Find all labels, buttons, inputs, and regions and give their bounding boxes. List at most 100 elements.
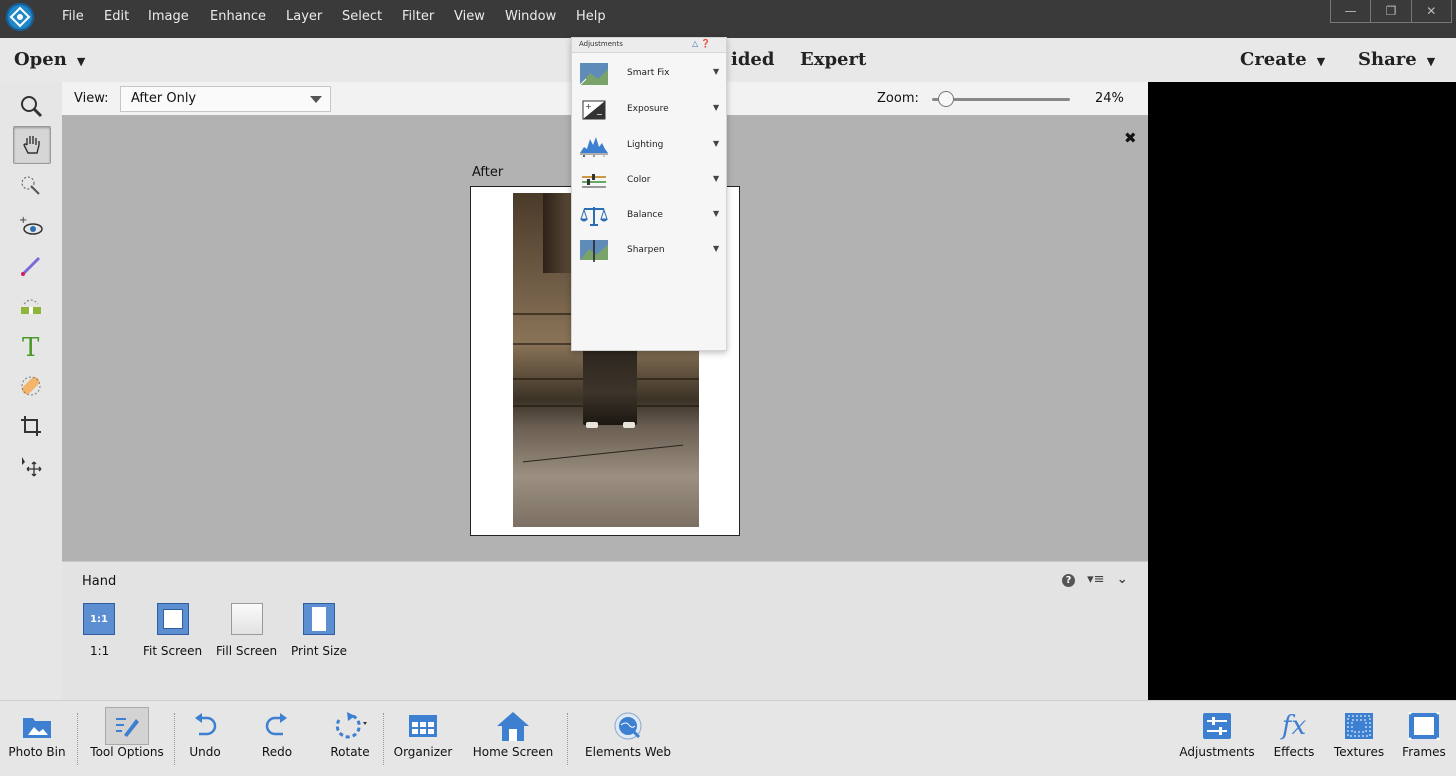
fit-screen-button[interactable] <box>156 603 190 635</box>
sharpen-icon <box>580 240 608 262</box>
menu-file[interactable]: File <box>62 9 84 24</box>
redo-button[interactable]: Redo <box>254 707 300 773</box>
quick-selection-icon[interactable] <box>13 168 49 204</box>
adjustment-sharpen[interactable]: Sharpen ▼ <box>572 235 726 269</box>
close-window-icon[interactable]: ✕ <box>1410 0 1451 22</box>
home-screen-label: Home Screen <box>472 745 554 759</box>
app-logo-icon[interactable] <box>6 3 34 31</box>
fill-screen-label: Fill Screen <box>216 644 278 658</box>
create-button[interactable]: Create ▼ <box>1240 49 1325 70</box>
adjustment-exposure[interactable]: + − Exposure ▼ <box>572 94 726 128</box>
frames-icon <box>1408 712 1440 740</box>
crop-icon[interactable] <box>13 408 49 444</box>
help-icon[interactable]: ? <box>1062 574 1075 587</box>
actual-pixels-button[interactable]: 1:1 <box>82 603 116 635</box>
fill-screen-button[interactable] <box>230 603 264 635</box>
spot-healing-icon[interactable] <box>13 368 49 404</box>
red-eye-icon[interactable]: + <box>13 208 49 244</box>
adjustments-header-buttons: △ ❓ <box>692 39 711 48</box>
adjustments-popup: Adjustments △ ❓ Smart Fix ▼ + − Exposure … <box>571 37 727 351</box>
actual-pixels-label: 1:1 <box>90 644 110 658</box>
menu-filter[interactable]: Filter <box>402 9 434 24</box>
print-size-button[interactable] <box>302 603 336 635</box>
svg-text:−: − <box>596 110 603 119</box>
straighten-icon[interactable] <box>13 288 49 324</box>
adjustment-label: Color <box>627 175 651 185</box>
textures-button[interactable]: Textures <box>1328 707 1390 773</box>
menu-bar: File Edit Image Enhance Layer Select Fil… <box>0 0 1456 38</box>
rotate-label: Rotate <box>330 745 370 759</box>
adjustments-title: Adjustments <box>579 40 623 48</box>
brush-icon[interactable] <box>13 248 49 284</box>
menu-select[interactable]: Select <box>342 9 382 24</box>
home-screen-button[interactable]: Home Screen <box>466 707 560 773</box>
view-select-value: After Only <box>131 91 197 106</box>
guided-label: ided <box>731 49 775 70</box>
adjustment-balance[interactable]: Balance ▼ <box>572 200 726 234</box>
frames-label: Frames <box>1402 745 1446 759</box>
panel-menu-icon[interactable]: ▾≡ <box>1087 572 1104 587</box>
chevron-down-icon: ▼ <box>713 174 720 183</box>
chevron-down-icon: ▼ <box>76 55 86 68</box>
adjustment-label: Lighting <box>627 140 664 150</box>
divider <box>174 713 176 765</box>
restore-icon[interactable]: ❐ <box>1370 0 1410 22</box>
photo-bin-button[interactable]: Photo Bin <box>0 707 74 773</box>
frames-button[interactable]: Frames <box>1396 707 1452 773</box>
divider <box>383 713 385 765</box>
menu-view[interactable]: View <box>454 9 485 24</box>
share-button[interactable]: Share ▼ <box>1358 49 1435 70</box>
adjustments-button[interactable]: Adjustments <box>1176 707 1258 773</box>
adjustments-label: Adjustments <box>1179 745 1255 759</box>
photo-bin-icon <box>23 718 51 738</box>
rotate-button[interactable]: Rotate <box>322 707 378 773</box>
fit-screen-icon <box>157 603 189 635</box>
print-size-icon <box>303 603 335 635</box>
tab-expert[interactable]: Expert <box>800 49 866 70</box>
elements-web-button[interactable]: Elements Web <box>580 707 676 773</box>
elements-web-label: Elements Web <box>585 745 671 759</box>
chevron-down-icon: ▼ <box>713 139 720 148</box>
effects-button[interactable]: fx Effects <box>1268 707 1320 773</box>
organizer-icon <box>409 715 437 737</box>
window-controls: — ❐ ✕ <box>1330 0 1452 23</box>
undo-button[interactable]: Undo <box>180 707 230 773</box>
mode-bar: Open ▼ ided Expert Create ▼ Share ▼ <box>0 38 1456 83</box>
close-icon[interactable]: ✖ <box>1124 129 1137 147</box>
hand-tool-icon[interactable] <box>13 126 51 164</box>
menu-help[interactable]: Help <box>576 9 606 24</box>
reset-icon[interactable]: △ <box>692 39 698 48</box>
view-select[interactable]: After Only <box>120 86 331 112</box>
zoom-tool-icon[interactable] <box>13 88 49 124</box>
organizer-button[interactable]: Organizer <box>388 707 458 773</box>
tool-name: Hand <box>82 574 117 589</box>
tab-guided[interactable]: ided <box>731 49 774 70</box>
tools-panel: + T <box>0 82 62 700</box>
move-tool-icon[interactable] <box>13 448 49 484</box>
menu-edit[interactable]: Edit <box>104 9 129 24</box>
text-tool-icon[interactable]: T <box>13 328 49 364</box>
zoom-slider-thumb[interactable] <box>938 91 955 107</box>
fill-screen-icon <box>231 603 263 635</box>
tool-options-button[interactable]: Tool Options <box>84 707 170 773</box>
divider <box>567 713 569 765</box>
adjustments-header: Adjustments △ ❓ <box>572 38 726 53</box>
minimize-icon[interactable]: — <box>1331 0 1370 22</box>
adjustment-label: Smart Fix <box>627 68 670 78</box>
chevron-down-icon: ▼ <box>713 67 720 76</box>
adjustment-lighting[interactable]: Lighting ▼ <box>572 130 726 164</box>
balance-icon <box>580 207 608 226</box>
adjustment-smart-fix[interactable]: Smart Fix ▼ <box>572 58 726 92</box>
menu-enhance[interactable]: Enhance <box>210 9 266 24</box>
menu-layer[interactable]: Layer <box>286 9 322 24</box>
menu-image[interactable]: Image <box>148 9 189 24</box>
undo-label: Undo <box>189 745 221 759</box>
adjustment-color[interactable]: Color ▼ <box>572 165 726 199</box>
open-button[interactable]: Open ▼ <box>14 49 85 70</box>
smart-fix-icon <box>580 63 608 85</box>
collapse-icon[interactable]: ⌄ <box>1117 572 1128 587</box>
open-label: Open <box>14 49 67 70</box>
view-label: View: <box>74 91 109 106</box>
menu-window[interactable]: Window <box>505 9 556 24</box>
help-icon[interactable]: ❓ <box>701 39 711 48</box>
